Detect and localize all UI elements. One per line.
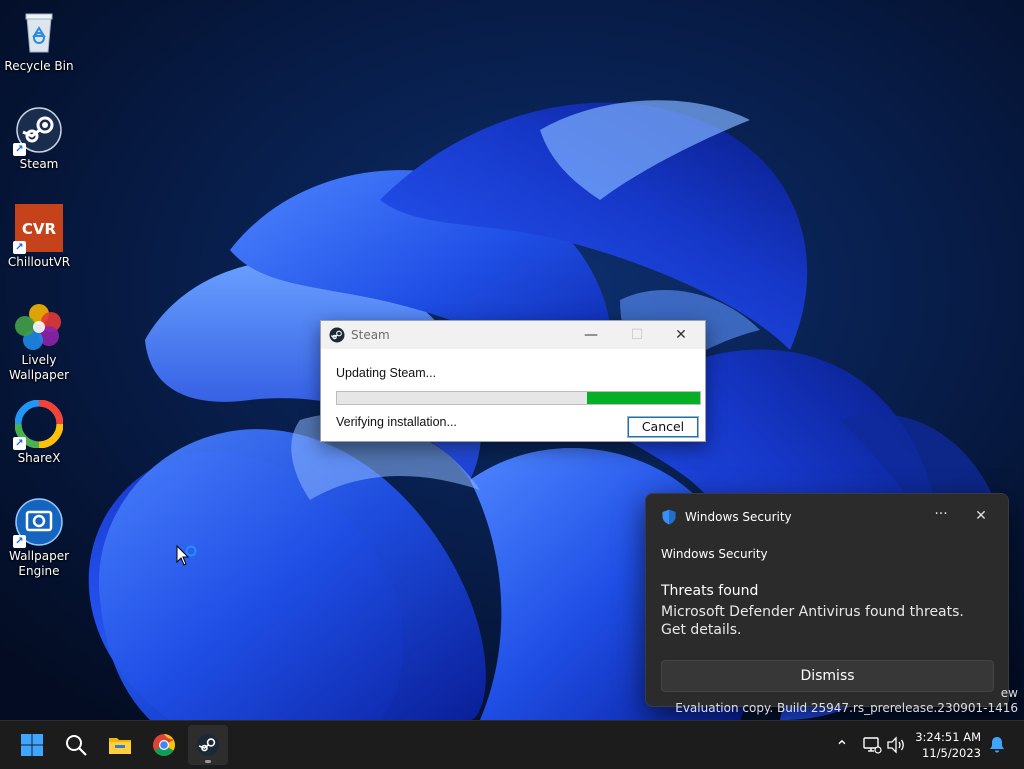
start-icon	[21, 734, 43, 756]
desktop-icon-chilloutvr[interactable]: CVR ↗ ChilloutVR	[0, 204, 78, 270]
shortcut-arrow-icon: ↗	[13, 143, 26, 156]
start-button[interactable]	[12, 725, 52, 765]
update-status-text: Updating Steam...	[336, 366, 437, 380]
notification-title: Threats found	[661, 583, 759, 599]
recycle-bin-icon	[25, 13, 53, 53]
desktop-icon-label: Steam	[19, 157, 59, 171]
chevron-up-icon[interactable]: ⌃	[832, 735, 852, 756]
steam-update-window: Steam — ☐ ✕ Updating Steam... Verifying …	[320, 320, 706, 442]
bell-icon[interactable]	[987, 735, 1007, 755]
update-progress-fill	[587, 392, 700, 404]
steam-window-titlebar[interactable]: Steam — ☐ ✕	[321, 321, 705, 349]
file-explorer-icon	[109, 738, 131, 754]
running-app-indicator	[205, 760, 211, 763]
busy-cursor-icon	[176, 545, 197, 566]
desktop-icon-recycle-bin[interactable]: Recycle Bin	[0, 8, 78, 74]
steam-logo-icon	[329, 327, 345, 343]
maximize-button[interactable]: ☐	[614, 321, 660, 349]
lively-wallpaper-icon	[15, 304, 61, 350]
desktop-icon-label: Recycle Bin	[4, 59, 74, 73]
clock-date[interactable]: 11/5/2023	[922, 746, 981, 760]
steam-window-title: Steam	[351, 328, 390, 342]
more-options-button[interactable]: ···	[928, 504, 954, 528]
minimize-button[interactable]: —	[568, 321, 614, 349]
search-icon	[66, 735, 87, 756]
network-icon[interactable]	[862, 735, 882, 755]
notification-close-button[interactable]: ✕	[968, 504, 994, 528]
verify-status-text: Verifying installation...	[336, 415, 457, 429]
chrome-button[interactable]	[144, 725, 184, 765]
desktop-icon-label: ShareX	[17, 451, 61, 465]
desktop-icon-label: Lively Wallpaper	[8, 353, 70, 382]
notification-message: Microsoft Defender Antivirus found threa…	[661, 604, 964, 638]
shortcut-arrow-icon: ↗	[13, 241, 26, 254]
update-progress-bar	[336, 391, 701, 405]
watermark-line-1: ew	[1000, 686, 1018, 700]
clock-time[interactable]: 3:24:51 AM	[915, 730, 981, 744]
taskbar: ⌃ 3:24:51 AM 11/5/2023	[0, 720, 1024, 769]
shield-icon	[662, 509, 676, 525]
steam-taskbar-button[interactable]	[188, 725, 228, 765]
notification-app-name: Windows Security	[685, 510, 792, 524]
search-button[interactable]	[56, 725, 96, 765]
volume-icon[interactable]	[886, 735, 906, 755]
windows-security-notification[interactable]: Windows Security ··· ✕ Windows Security …	[645, 493, 1009, 707]
steam-icon	[197, 734, 219, 756]
shortcut-arrow-icon: ↗	[13, 437, 26, 450]
cancel-button[interactable]: Cancel	[627, 416, 699, 438]
dismiss-button[interactable]: Dismiss	[661, 660, 994, 692]
file-explorer-button[interactable]	[100, 725, 140, 765]
desktop-icon-label: ChilloutVR	[7, 255, 71, 269]
notification-subtitle: Windows Security	[661, 547, 768, 561]
desktop-icon-sharex[interactable]: ↗ ShareX	[0, 399, 78, 466]
desktop-icon-label: Wallpaper Engine	[8, 549, 70, 578]
chilloutvr-logo-text: CVR	[22, 220, 57, 238]
desktop-icon-lively-wallpaper[interactable]: Lively Wallpaper	[0, 302, 78, 383]
shortcut-arrow-icon: ↗	[13, 535, 26, 548]
close-button[interactable]: ✕	[658, 321, 704, 349]
desktop-icon-steam[interactable]: ↗ Steam	[0, 106, 78, 172]
chrome-icon	[153, 734, 175, 756]
watermark-line-2: Evaluation copy. Build 25947.rs_prerelea…	[675, 701, 1018, 715]
desktop-icon-wallpaper-engine[interactable]: ↗ Wallpaper Engine	[0, 498, 78, 579]
